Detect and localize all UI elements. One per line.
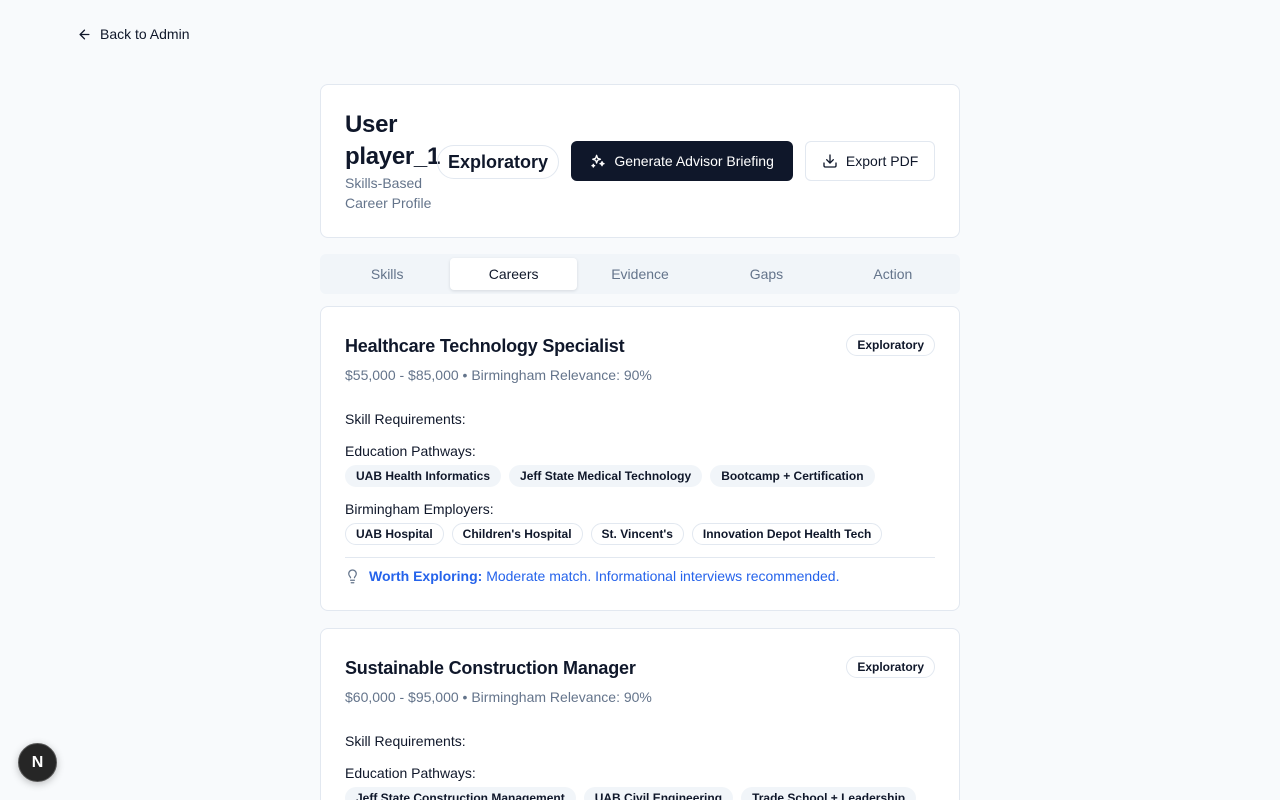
birmingham-relevance: Birmingham Relevance: 90% (471, 367, 652, 383)
career-title: Healthcare Technology Specialist (345, 336, 625, 356)
employer-chip: Innovation Depot Health Tech (691, 523, 883, 545)
education-chip: Jeff State Medical Technology (509, 465, 703, 487)
education-chip: UAB Civil Engineering (583, 787, 734, 800)
education-chips: UAB Health Informatics Jeff State Medica… (345, 465, 935, 487)
employer-chips: UAB Hospital Children's Hospital St. Vin… (345, 523, 935, 545)
title-block: User player_1 Skills-Based Career Profil… (345, 109, 441, 213)
tab-action[interactable]: Action (830, 258, 956, 290)
tab-evidence[interactable]: Evidence (577, 258, 703, 290)
salary-range: $60,000 - $95,000 (345, 689, 459, 705)
skill-requirements-label: Skill Requirements: (345, 411, 466, 427)
education-chips: Jeff State Construction Management UAB C… (345, 787, 935, 800)
employer-chip: UAB Hospital (345, 523, 444, 545)
career-status-badge: Exploratory (846, 656, 935, 678)
download-icon (823, 154, 837, 168)
page-subtitle: Skills-Based Career Profile (345, 175, 432, 211)
career-meta: $55,000 - $85,000 • Birmingham Relevance… (345, 367, 652, 383)
profile-tabs: Skills Careers Evidence Gaps Action (320, 254, 960, 294)
back-to-admin-link[interactable]: Back to Admin (77, 24, 190, 44)
tab-careers[interactable]: Careers (450, 258, 577, 290)
dev-tools-badge[interactable]: N (18, 743, 57, 782)
arrow-left-icon (79, 29, 90, 39)
education-chip: Bootcamp + Certification (710, 465, 875, 487)
career-title: Sustainable Construction Manager (345, 658, 636, 678)
employer-chip: Children's Hospital (451, 523, 583, 545)
education-chip: UAB Health Informatics (345, 465, 502, 487)
generate-label: Generate Advisor Briefing (614, 153, 774, 169)
employer-chip: St. Vincent's (590, 523, 684, 545)
education-pathways-label: Education Pathways: (345, 443, 476, 459)
skill-requirements-label: Skill Requirements: (345, 733, 466, 749)
lightbulb-icon (348, 568, 357, 583)
career-card: Healthcare Technology Specialist Explora… (320, 306, 960, 611)
education-chip: Trade School + Leadership (741, 787, 917, 800)
profile-header-card: User player_1 Skills-Based Career Profil… (320, 84, 960, 238)
career-status-badge: Exploratory (846, 334, 935, 356)
career-meta: $60,000 - $95,000 • Birmingham Relevance… (345, 689, 652, 705)
education-chip: Jeff State Construction Management (345, 787, 576, 800)
profile-status-badge: Exploratory (437, 145, 560, 179)
export-label: Export PDF (845, 153, 919, 169)
birmingham-relevance: Birmingham Relevance: 90% (471, 689, 652, 705)
insight-text: Moderate match. Informational interviews… (486, 568, 840, 584)
education-pathways-label: Education Pathways: (345, 765, 476, 781)
tab-skills[interactable]: Skills (324, 258, 450, 290)
salary-range: $55,000 - $85,000 (345, 367, 459, 383)
profile-container: User player_1 Skills-Based Career Profil… (320, 84, 960, 800)
sparkles-icon (591, 154, 606, 168)
generate-advisor-briefing-button[interactable]: Generate Advisor Briefing (571, 141, 794, 181)
page-title: User player_1 (345, 111, 441, 170)
career-card: Sustainable Construction Manager Explora… (320, 628, 960, 800)
export-pdf-button[interactable]: Export PDF (805, 141, 935, 181)
back-label: Back to Admin (100, 26, 190, 42)
employers-label: Birmingham Employers: (345, 501, 494, 517)
insight-heading: Worth Exploring: (369, 568, 483, 584)
divider (345, 557, 935, 558)
career-insight: Worth Exploring: Moderate match. Informa… (345, 566, 935, 586)
tab-gaps[interactable]: Gaps (703, 258, 829, 290)
